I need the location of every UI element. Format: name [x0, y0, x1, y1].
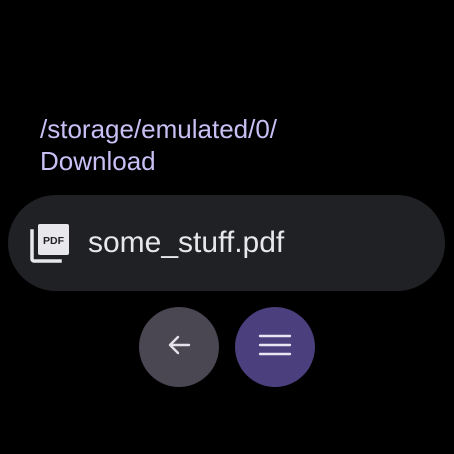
pdf-file-icon: PDF	[28, 221, 72, 265]
file-item[interactable]: PDF some_stuff.pdf	[8, 195, 445, 291]
menu-button[interactable]	[235, 307, 315, 387]
hamburger-menu-icon	[258, 330, 292, 365]
file-name: some_stuff.pdf	[88, 226, 285, 259]
current-directory-path: /storage/emulated/0/ Download	[40, 113, 420, 177]
file-picker-screen: /storage/emulated/0/ Download PDF some_s…	[0, 0, 454, 454]
arrow-left-icon	[164, 330, 194, 365]
pdf-icon-label: PDF	[43, 235, 65, 247]
back-button[interactable]	[139, 307, 219, 387]
path-line-2: Download	[40, 146, 156, 176]
path-line-1: /storage/emulated/0/	[40, 114, 278, 144]
